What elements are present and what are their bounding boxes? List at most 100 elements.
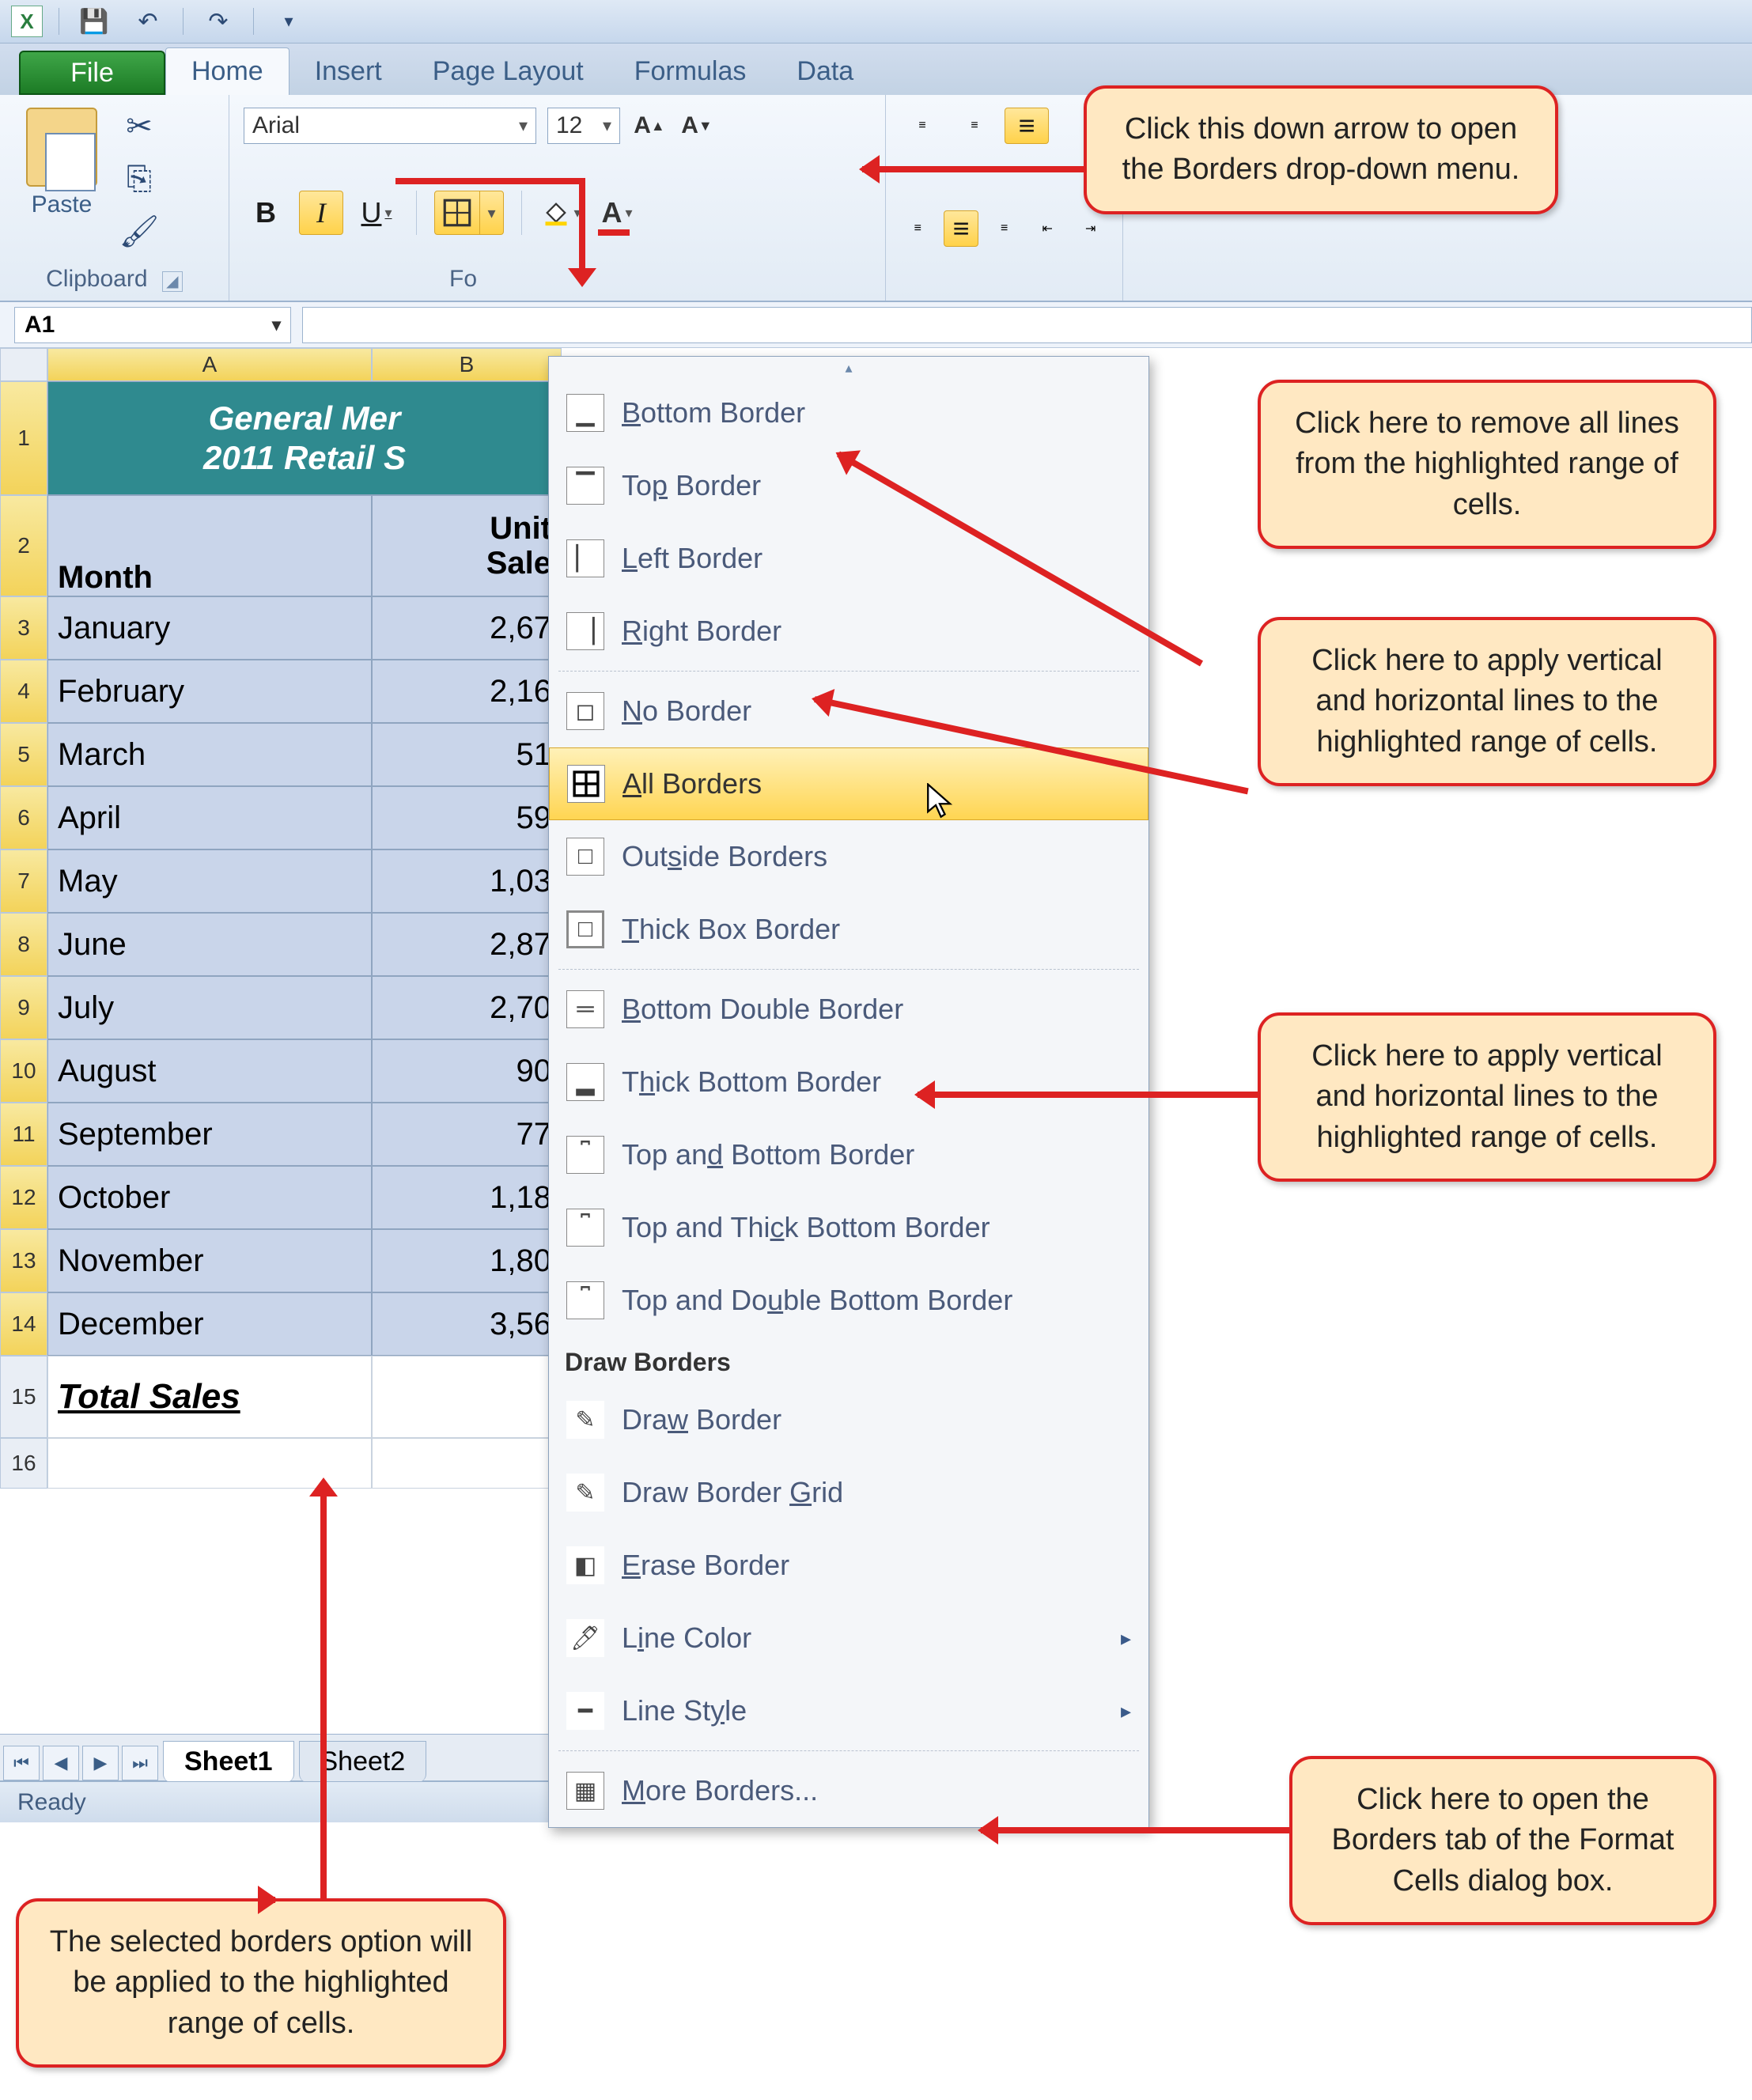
grow-font-button[interactable]: A▲ xyxy=(631,108,668,144)
row-header[interactable]: 15 xyxy=(0,1356,47,1438)
cell-value[interactable]: 59 xyxy=(372,786,562,849)
row-header[interactable]: 6 xyxy=(0,786,47,849)
cell-value[interactable]: 1,03 xyxy=(372,849,562,913)
row-header[interactable]: 16 xyxy=(0,1438,47,1489)
align-middle-button[interactable]: ≡ xyxy=(952,108,997,144)
name-box[interactable]: A1▾ xyxy=(14,307,291,343)
menu-top-and-double-bottom-border[interactable]: ⎴ Top and Double Bottom Border xyxy=(549,1264,1148,1337)
shrink-font-button[interactable]: A▼ xyxy=(679,108,715,144)
cell-month[interactable]: November xyxy=(47,1229,372,1292)
header-unit-sales[interactable]: Unit Sale xyxy=(372,495,562,596)
row-header[interactable]: 11 xyxy=(0,1103,47,1166)
menu-line-style[interactable]: ━ Line Style ▸ xyxy=(549,1674,1148,1747)
menu-top-and-thick-bottom-border[interactable]: ⎴ Top and Thick Bottom Border xyxy=(549,1191,1148,1264)
borders-dropdown-arrow[interactable]: ▾ xyxy=(479,191,503,234)
format-painter-button[interactable]: 🖌 xyxy=(120,212,158,250)
font-name-combo[interactable]: Arial▾ xyxy=(244,108,536,144)
fill-color-button[interactable] xyxy=(539,191,584,235)
tab-page-layout[interactable]: Page Layout xyxy=(407,48,609,95)
row-header[interactable]: 8 xyxy=(0,913,47,976)
cell[interactable] xyxy=(372,1438,562,1489)
customize-qat-button[interactable]: ▾ xyxy=(270,6,308,37)
column-header-a[interactable]: A xyxy=(47,348,372,381)
menu-no-border[interactable]: ◻ No Border xyxy=(549,675,1148,747)
cell-value[interactable]: 2,67 xyxy=(372,596,562,660)
cell-month[interactable]: December xyxy=(47,1292,372,1356)
decrease-indent-button[interactable]: ⇤ xyxy=(1030,210,1065,247)
row-header[interactable]: 7 xyxy=(0,849,47,913)
menu-draw-border[interactable]: ✎ Draw Border xyxy=(549,1383,1148,1456)
title-cell[interactable]: General Mer 2011 Retail S xyxy=(47,381,562,495)
menu-bottom-border[interactable]: ▁ Bottom Border xyxy=(549,376,1148,449)
total-sales-cell[interactable]: Total Sales xyxy=(47,1356,372,1438)
borders-split-button[interactable]: ▾ xyxy=(434,191,504,235)
cell[interactable] xyxy=(372,1356,562,1438)
cell-value[interactable]: 1,18 xyxy=(372,1166,562,1229)
tab-formulas[interactable]: Formulas xyxy=(609,48,772,95)
row-header[interactable]: 5 xyxy=(0,723,47,786)
cut-button[interactable]: ✂ xyxy=(120,108,158,146)
row-header[interactable]: 3 xyxy=(0,596,47,660)
italic-button[interactable]: I xyxy=(299,191,343,235)
menu-outside-borders[interactable]: □ Outside Borders xyxy=(549,820,1148,893)
sheet-nav-first[interactable]: ⏮ xyxy=(3,1746,40,1780)
cell-month[interactable]: January xyxy=(47,596,372,660)
paste-button[interactable]: Paste xyxy=(14,108,109,250)
row-header[interactable]: 13 xyxy=(0,1229,47,1292)
select-all-corner[interactable] xyxy=(0,348,47,381)
row-header[interactable]: 1 xyxy=(0,381,47,495)
sheet-nav-prev[interactable]: ◀ xyxy=(43,1746,79,1780)
cell-value[interactable]: 3,56 xyxy=(372,1292,562,1356)
sheet-nav-last[interactable]: ⏭ xyxy=(122,1746,158,1780)
cell-value[interactable]: 77 xyxy=(372,1103,562,1166)
menu-draw-border-grid[interactable]: ✎ Draw Border Grid xyxy=(549,1456,1148,1529)
align-center-button[interactable]: ≡ xyxy=(944,210,979,247)
cell-month[interactable]: June xyxy=(47,913,372,976)
cell-month[interactable]: August xyxy=(47,1039,372,1103)
align-right-button[interactable]: ≡ xyxy=(986,210,1022,247)
cell-value[interactable]: 2,16 xyxy=(372,660,562,723)
menu-all-borders[interactable]: All Borders xyxy=(549,747,1148,820)
menu-more-borders[interactable]: ▦ More Borders... xyxy=(549,1754,1148,1827)
cell-value[interactable]: 51 xyxy=(372,723,562,786)
menu-top-and-bottom-border[interactable]: ⎴ Top and Bottom Border xyxy=(549,1118,1148,1191)
align-bottom-button[interactable]: ≡ xyxy=(1005,108,1049,144)
copy-button[interactable]: ⎘ xyxy=(120,160,158,198)
column-header-b[interactable]: B xyxy=(372,348,562,381)
align-top-button[interactable]: ≡ xyxy=(900,108,944,144)
bold-button[interactable]: B xyxy=(244,191,288,235)
row-header[interactable]: 4 xyxy=(0,660,47,723)
save-button[interactable]: 💾 xyxy=(75,6,113,37)
row-header[interactable]: 2 xyxy=(0,495,47,596)
cell-month[interactable]: April xyxy=(47,786,372,849)
tab-data[interactable]: Data xyxy=(771,48,879,95)
redo-button[interactable]: ↷ xyxy=(199,6,237,37)
menu-bottom-double-border[interactable]: ═ Bottom Double Border xyxy=(549,973,1148,1046)
clipboard-dialog-launcher[interactable]: ◢ xyxy=(162,271,183,292)
menu-erase-border[interactable]: ◧ Erase Border xyxy=(549,1529,1148,1602)
menu-line-color[interactable]: 🖊 Line Color ▸ xyxy=(549,1602,1148,1674)
row-header[interactable]: 12 xyxy=(0,1166,47,1229)
cell-value[interactable]: 2,87 xyxy=(372,913,562,976)
cell-value[interactable]: 90 xyxy=(372,1039,562,1103)
cell-month[interactable]: October xyxy=(47,1166,372,1229)
cell-month[interactable]: March xyxy=(47,723,372,786)
font-size-combo[interactable]: 12▾ xyxy=(547,108,620,144)
undo-button[interactable]: ↶ xyxy=(129,6,167,37)
underline-button[interactable]: U xyxy=(354,191,399,235)
row-header[interactable]: 9 xyxy=(0,976,47,1039)
cell-value[interactable]: 1,80 xyxy=(372,1229,562,1292)
row-header[interactable]: 14 xyxy=(0,1292,47,1356)
font-color-button[interactable]: A xyxy=(595,191,639,235)
menu-thick-bottom-border[interactable]: ▂ Thick Bottom Border xyxy=(549,1046,1148,1118)
menu-right-border[interactable]: ▕ Right Border xyxy=(549,595,1148,668)
header-month[interactable]: Month xyxy=(47,495,372,596)
tab-insert[interactable]: Insert xyxy=(289,48,407,95)
cell-month[interactable]: May xyxy=(47,849,372,913)
row-header[interactable]: 10 xyxy=(0,1039,47,1103)
formula-bar[interactable] xyxy=(302,307,1752,343)
increase-indent-button[interactable]: ⇥ xyxy=(1073,210,1108,247)
cell-month[interactable]: July xyxy=(47,976,372,1039)
cell-month[interactable]: February xyxy=(47,660,372,723)
cell-value[interactable]: 2,70 xyxy=(372,976,562,1039)
